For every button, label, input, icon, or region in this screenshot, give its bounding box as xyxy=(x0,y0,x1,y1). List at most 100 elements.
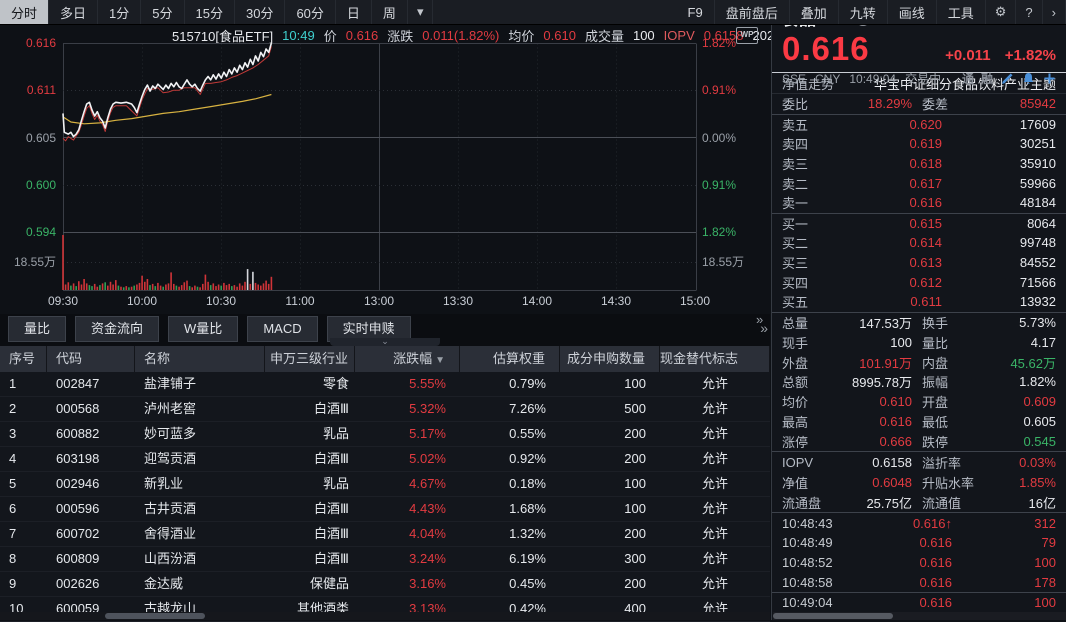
table-row[interactable]: 7600702舍得酒业白酒Ⅲ4.04%1.32%200允许 xyxy=(0,522,770,547)
tick-time: 10:48:58 xyxy=(782,575,852,590)
cell: 6 xyxy=(0,497,47,521)
bid-row[interactable]: 买三0.61384552 xyxy=(772,253,1066,273)
toolbar-item-画线[interactable]: 画线 xyxy=(888,0,937,24)
scrollbar-thumb[interactable] xyxy=(105,613,205,619)
column-header-序号[interactable]: 序号 xyxy=(0,346,47,372)
table-row[interactable]: 8600809山西汾酒白酒Ⅲ3.24%6.19%300允许 xyxy=(0,547,770,572)
cell: 泸州老窖 xyxy=(135,397,265,421)
cell: 100 xyxy=(560,372,660,396)
last-price: 0.616 xyxy=(782,30,870,68)
tab-资金流向[interactable]: 资金流向 xyxy=(75,316,159,342)
column-header-代码[interactable]: 代码 xyxy=(47,346,135,372)
edit-pencil-icon[interactable] xyxy=(1001,72,1014,85)
stat-label: 溢折率 xyxy=(912,453,988,472)
toolbar-item-盘前盘后[interactable]: 盘前盘后 xyxy=(715,0,790,24)
ask-row[interactable]: 卖二0.61759966 xyxy=(772,173,1066,193)
table-row[interactable]: 5002946新乳业乳品4.67%0.18%100允许 xyxy=(0,472,770,497)
toolbar-item-多日[interactable]: 多日 xyxy=(49,0,98,24)
tick-row: 10:48:490.61679 xyxy=(772,533,1066,553)
bid-row[interactable]: 买四0.61271566 xyxy=(772,272,1066,292)
toolbar-item-叠加[interactable]: 叠加 xyxy=(790,0,839,24)
stat-value: 0.545 xyxy=(988,434,1056,449)
bid-row[interactable]: 买二0.61499748 xyxy=(772,233,1066,253)
column-header-现金替代标志[interactable]: 现金替代标志 xyxy=(660,346,770,372)
column-header-label: 估算权重 xyxy=(493,351,545,366)
collapse-chevron-icon[interactable]: ⌄ xyxy=(330,338,440,346)
table-row[interactable]: 1002847盐津铺子零食5.55%0.79%100允许 xyxy=(0,372,770,397)
table-row[interactable]: 3600882妙可蓝多乳品5.17%0.55%200允许 xyxy=(0,422,770,447)
bid-row[interactable]: 买一0.6158064 xyxy=(772,214,1066,234)
level-label: 卖一 xyxy=(782,193,842,212)
help-icon[interactable]: ? xyxy=(1016,0,1042,24)
y-axis-label: 0.600 xyxy=(26,178,56,192)
column-header-估算权重[interactable]: 估算权重 xyxy=(460,346,560,372)
time-axis-label: 13:00 xyxy=(364,294,394,308)
panel-scrollbar[interactable] xyxy=(773,612,1066,620)
toolbar-item-1分[interactable]: 1分 xyxy=(98,0,141,24)
level-label: 卖四 xyxy=(782,134,842,153)
tick-row: 10:49:040.616100 xyxy=(772,593,1066,613)
level-price: 0.611 xyxy=(842,294,942,309)
cell: 000596 xyxy=(47,497,135,521)
tick-by-tick-list[interactable]: 10:48:430.616↑31210:48:490.6167910:48:52… xyxy=(772,513,1066,612)
tab-MACD[interactable]: MACD xyxy=(247,316,317,342)
toolbar-item-5分[interactable]: 5分 xyxy=(141,0,184,24)
table-row[interactable]: 9002626金达威保健品3.16%0.45%200允许 xyxy=(0,572,770,597)
dropdown-caret-icon[interactable]: ▾ xyxy=(408,0,434,24)
level-label: 买一 xyxy=(782,214,842,233)
stat-row: 净值0.6048升贴水率1.85% xyxy=(772,472,1066,492)
stat-label: 内盘 xyxy=(912,353,988,372)
tick-time: 10:48:43 xyxy=(782,516,852,531)
toolbar-period-group: 分时多日1分5分15分30分60分日周▾ xyxy=(0,0,433,24)
toolbar-item-日[interactable]: 日 xyxy=(336,0,372,24)
intraday-chart[interactable] xyxy=(0,24,770,314)
column-header-涨跌幅[interactable]: 涨跌幅▼ xyxy=(355,346,460,372)
change-percent: +1.82% xyxy=(1005,47,1056,64)
table-row[interactable]: 4603198迎驾贡酒白酒Ⅲ5.02%0.92%200允许 xyxy=(0,447,770,472)
cell: 金达威 xyxy=(135,572,265,596)
toolbar-item-九转[interactable]: 九转 xyxy=(839,0,888,24)
alert-bell-icon[interactable] xyxy=(1022,72,1035,85)
ask-row[interactable]: 卖一0.61648184 xyxy=(772,193,1066,213)
table-row[interactable]: 6000596古井贡酒白酒Ⅲ4.43%1.68%100允许 xyxy=(0,497,770,522)
ask-row[interactable]: 卖四0.61930251 xyxy=(772,134,1066,154)
tab-W量比[interactable]: W量比 xyxy=(168,316,238,342)
toolbar-tools-group: F9盘前盘后叠加九转画线工具⚙?› xyxy=(677,0,1066,24)
intraday-chart-area: 515710[食品ETF]10:49价0.616涨跌0.011(1.82%)均价… xyxy=(0,24,770,314)
column-header-名称[interactable]: 名称 xyxy=(135,346,265,372)
cell: 0.92% xyxy=(460,447,560,471)
tick-volume: 100 xyxy=(952,555,1056,570)
cell: 山西汾酒 xyxy=(135,547,265,571)
tick-volume: 79 xyxy=(952,535,1056,550)
cell: 白酒Ⅲ xyxy=(265,397,355,421)
toolbar-item-F9[interactable]: F9 xyxy=(677,0,715,24)
panel-expand-icon[interactable]: » xyxy=(756,312,763,327)
stat-row: IOPV0.6158溢折率0.03% xyxy=(772,452,1066,472)
add-plus-icon[interactable] xyxy=(1043,72,1056,85)
ask-row[interactable]: 卖五0.62017609 xyxy=(772,115,1066,135)
toolbar-item-工具[interactable]: 工具 xyxy=(937,0,986,24)
table-row[interactable]: 2000568泸州老窖白酒Ⅲ5.32%7.26%500允许 xyxy=(0,397,770,422)
ask-row[interactable]: 卖三0.61835910 xyxy=(772,154,1066,174)
constituents-table: 1002847盐津铺子零食5.55%0.79%100允许2000568泸州老窖白… xyxy=(0,372,770,612)
column-header-成分申购数量[interactable]: 成分申购数量 xyxy=(560,346,660,372)
more-chevron-icon[interactable]: › xyxy=(1043,0,1066,24)
tick-price: 0.616 xyxy=(852,595,952,610)
cell: 1 xyxy=(0,372,47,396)
panel-scrollbar-thumb[interactable] xyxy=(773,613,893,619)
toolbar: 分时多日1分5分15分30分60分日周▾ F9盘前盘后叠加九转画线工具⚙?› xyxy=(0,0,1066,25)
toolbar-item-15分[interactable]: 15分 xyxy=(185,0,235,24)
column-header-label: 现金替代标志 xyxy=(660,351,738,366)
horizontal-scrollbar[interactable] xyxy=(0,612,770,620)
stat-row: 最高0.616最低0.605 xyxy=(772,412,1066,432)
toolbar-item-分时[interactable]: 分时 xyxy=(0,0,49,24)
toolbar-item-30分[interactable]: 30分 xyxy=(235,0,285,24)
cell: 允许 xyxy=(660,497,770,521)
indicator-tabs-row: 量比资金流向W量比MACD实时申赎 » ⌄ xyxy=(0,314,770,346)
toolbar-item-60分[interactable]: 60分 xyxy=(285,0,335,24)
bid-row[interactable]: 买五0.61113932 xyxy=(772,292,1066,312)
gear-icon[interactable]: ⚙ xyxy=(986,0,1017,24)
tab-量比[interactable]: 量比 xyxy=(8,316,66,342)
column-header-申万三级行业[interactable]: 申万三级行业 xyxy=(265,346,355,372)
toolbar-item-周[interactable]: 周 xyxy=(372,0,408,24)
